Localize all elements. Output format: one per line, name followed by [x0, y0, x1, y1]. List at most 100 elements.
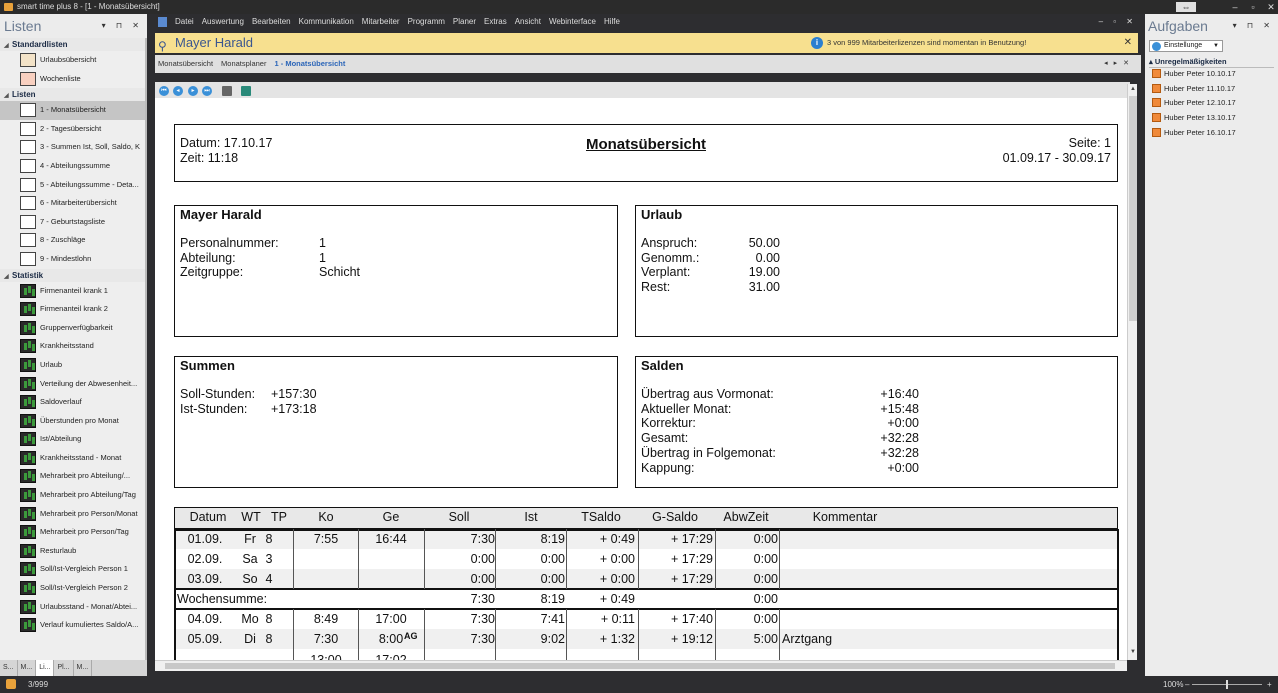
list-item[interactable]: 6 - Mitarbeiterübersicht — [0, 194, 147, 213]
field-value: 1 — [319, 250, 326, 265]
list-item[interactable]: Urlaubsübersicht — [0, 51, 147, 70]
menu-item[interactable]: Auswertung — [202, 14, 244, 30]
table-cell-tsaldo: + 0:00 — [599, 572, 635, 586]
list-item[interactable]: 5 - Abteilungssumme - Deta... — [0, 176, 147, 195]
document-tab[interactable]: Monatsplaner — [221, 55, 266, 73]
task-item[interactable]: Huber Peter 13.10.17 — [1149, 111, 1274, 125]
field-label: Anspruch: — [641, 236, 698, 250]
list-item[interactable]: Mehrarbeit pro Person/Tag — [0, 523, 147, 542]
panel-controls[interactable]: ▾ ⊓ ✕ — [102, 14, 143, 38]
task-item-label: Huber Peter 10.10.17 — [1164, 69, 1236, 78]
task-item[interactable]: Huber Peter 12.10.17 — [1149, 96, 1274, 110]
document-window-controls[interactable]: – ▫ ✕ — [1099, 14, 1137, 30]
tree-group-0[interactable]: ◢ Standardlisten — [0, 38, 147, 51]
list-item-label: Mehrarbeit pro Person/Monat — [40, 508, 138, 518]
zoom-in-icon[interactable]: + — [1267, 676, 1272, 693]
previous-page-icon[interactable]: ◂ — [173, 86, 183, 96]
list-item[interactable]: 1 - Monatsübersicht — [0, 101, 147, 120]
list-item[interactable]: 2 - Tagesübersicht — [0, 120, 147, 139]
report-vertical-scrollbar[interactable]: ▲ ▼ — [1127, 84, 1137, 660]
list-item[interactable]: Krankheitsstand — [0, 337, 147, 356]
table-cell-abw: 5:00 — [753, 632, 778, 646]
list-item[interactable]: Wochenliste — [0, 70, 147, 89]
list-item[interactable]: Urlaubsstand - Monat/Abtei... — [0, 598, 147, 617]
bottom-tab[interactable]: M... — [74, 660, 93, 676]
list-item[interactable]: Soll/Ist-Vergleich Person 2 — [0, 579, 147, 598]
close-info-icon[interactable]: ✕ — [1124, 33, 1132, 53]
zoom-slider-knob[interactable] — [1226, 680, 1228, 689]
menu-item[interactable]: Ansicht — [515, 14, 541, 30]
menu-item[interactable]: Extras — [484, 14, 507, 30]
bottom-tab[interactable]: Li... — [36, 660, 55, 676]
menu-item[interactable]: Hilfe — [604, 14, 620, 30]
list-item[interactable]: Mehrarbeit pro Abteilung/Tag — [0, 486, 147, 505]
list-item[interactable]: Mehrarbeit pro Abteilung/... — [0, 467, 147, 486]
column-header: AbwZeit — [723, 510, 769, 524]
list-item[interactable]: Firmenanteil krank 2 — [0, 300, 147, 319]
horizontal-scroll-thumb[interactable] — [165, 663, 1115, 669]
close-window-icon[interactable]: ✕ — [1260, 0, 1278, 14]
list-item[interactable]: Überstunden pro Monat — [0, 412, 147, 431]
task-item[interactable]: Huber Peter 16.10.17 — [1149, 126, 1274, 140]
tasks-panel-controls[interactable]: ▾ ⊓ ✕ — [1233, 14, 1274, 38]
list-item[interactable]: Ist/Abteilung — [0, 430, 147, 449]
task-item[interactable]: Huber Peter 10.10.17 — [1149, 67, 1274, 81]
settings-dropdown[interactable]: Einstellunge ▼ — [1149, 40, 1223, 52]
menu-item[interactable]: Webinterface — [549, 14, 596, 30]
bottom-tab[interactable]: M... — [18, 660, 37, 676]
tree-group-1[interactable]: ◢ Listen — [0, 88, 147, 102]
menu-item[interactable]: Bearbeiten — [252, 14, 291, 30]
chart-icon — [20, 525, 36, 540]
bottom-tab[interactable]: Pl... — [54, 660, 74, 676]
bottom-tab[interactable]: S... — [0, 660, 18, 676]
list-item[interactable]: 7 - Geburtstagsliste — [0, 213, 147, 232]
report-horizontal-scrollbar[interactable] — [155, 660, 1127, 671]
list-item[interactable]: Urlaub — [0, 356, 147, 375]
list-item[interactable]: Verlauf kumuliertes Saldo/A... — [0, 616, 147, 635]
menu-item[interactable]: Kommunikation — [299, 14, 354, 30]
list-item[interactable]: 8 - Zuschläge — [0, 231, 147, 250]
lists-scrollbar[interactable] — [145, 38, 147, 660]
menu-item[interactable]: Datei — [175, 14, 194, 30]
scroll-down-icon[interactable]: ▼ — [1129, 649, 1137, 657]
list-item[interactable]: Verteilung der Abwesenheit... — [0, 375, 147, 394]
list-item[interactable]: 4 - Abteilungssumme — [0, 157, 147, 176]
document-tab[interactable]: 1 - Monatsübersicht — [274, 55, 345, 73]
table-column-rule — [495, 529, 496, 589]
list-item[interactable]: Resturlaub — [0, 542, 147, 561]
zoom-out-icon[interactable]: – — [1185, 676, 1189, 693]
tree-group-2[interactable]: ◢ Statistik — [0, 268, 147, 282]
search-icon[interactable]: ⚲ — [158, 36, 167, 56]
list-item[interactable]: Soll/Ist-Vergleich Person 1 — [0, 560, 147, 579]
menu-item[interactable]: Planer — [453, 14, 476, 30]
list-item[interactable]: Gruppenverfügbarkeit — [0, 319, 147, 338]
next-page-icon[interactable]: ▸ — [188, 86, 198, 96]
restore-window-icon[interactable]: ⇔ — [1176, 2, 1196, 12]
export-icon[interactable] — [241, 86, 251, 96]
irregularity-icon — [1152, 127, 1161, 137]
list-item-label: 8 - Zuschläge — [40, 235, 86, 245]
menu-item[interactable]: Mitarbeiter — [362, 14, 400, 30]
first-page-icon[interactable]: ⏮ — [159, 86, 169, 96]
list-item[interactable]: 3 - Summen Ist, Soll, Saldo, K — [0, 138, 147, 157]
tab-navigation[interactable]: ◂▸✕ — [1104, 55, 1135, 73]
table-column-rule — [358, 529, 359, 589]
list-item[interactable]: Mehrarbeit pro Person/Monat — [0, 505, 147, 524]
menu-item[interactable]: Programm — [408, 14, 445, 30]
list-item[interactable]: Saldoverlauf — [0, 393, 147, 412]
scroll-up-icon[interactable]: ▲ — [1129, 86, 1137, 94]
document-tab[interactable]: Monatsübersicht — [158, 55, 213, 73]
list-item[interactable]: Firmenanteil krank 1 — [0, 282, 147, 301]
last-page-icon[interactable]: ⏭ — [202, 86, 212, 96]
report-time: Zeit: 11:18 — [180, 151, 239, 165]
print-icon[interactable] — [222, 86, 232, 96]
list-item[interactable]: Krankheitsstand - Monat — [0, 449, 147, 468]
license-info-text: 3 von 999 Mitarbeiterlizenzen sind momen… — [827, 38, 1027, 47]
table-cell-ist: 8:19 — [540, 532, 565, 546]
table-cell-ge-flag: AG — [404, 631, 418, 641]
employee-bar[interactable]: ⚲ Mayer Harald — [155, 33, 805, 53]
task-item[interactable]: Huber Peter 11.10.17 — [1149, 82, 1274, 96]
chart-icon — [20, 376, 36, 391]
vertical-scroll-thumb[interactable] — [1129, 96, 1137, 321]
list-item[interactable]: 9 - Mindestlohn — [0, 250, 147, 269]
